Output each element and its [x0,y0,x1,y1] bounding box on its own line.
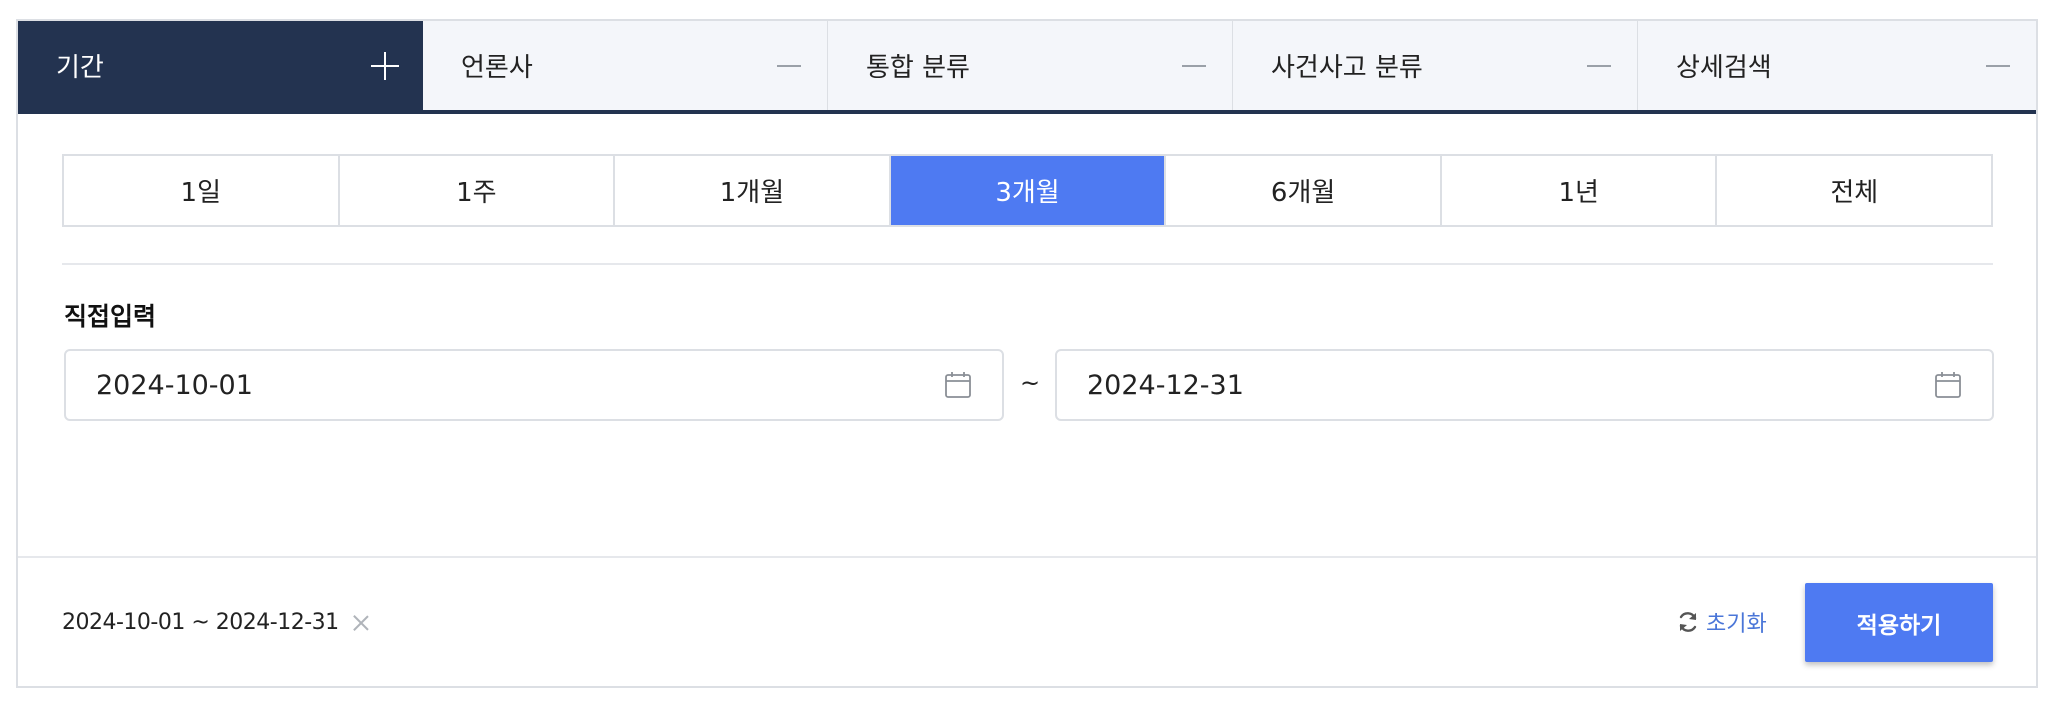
period-3-months-button[interactable]: 3개월 [890,156,1167,225]
tab-label: 언론사 [461,53,533,83]
search-filter-panel: 기간 언론사 통합 분류 사건사고 분류 상세검색 1일 1주 1개월 3개월 … [16,19,2038,688]
tab-incident-category[interactable]: 사건사고 분류 [1233,21,1638,110]
reset-button[interactable]: 초기화 [1676,606,1767,638]
reset-label: 초기화 [1706,612,1767,637]
tab-label: 사건사고 분류 [1271,53,1423,83]
direct-input-label: 직접입력 [64,302,157,331]
apply-button[interactable]: 적용하기 [1805,583,1993,662]
start-date-field[interactable]: 2024-10-01 [64,349,1004,421]
calendar-icon[interactable] [944,371,972,399]
end-date-field[interactable]: 2024-12-31 [1055,349,1994,421]
selected-filter-summary: 2024-10-01 ~ 2024-12-31 [62,610,369,635]
start-date-value: 2024-10-01 [96,369,253,401]
minus-icon [1180,52,1208,80]
calendar-icon[interactable] [1934,371,1962,399]
minus-icon [775,52,803,80]
minus-icon [1984,52,2012,80]
tab-period[interactable]: 기간 [18,21,423,110]
period-1-month-button[interactable]: 1개월 [615,156,891,225]
end-date-value: 2024-12-31 [1087,369,1244,401]
period-all-button[interactable]: 전체 [1717,156,1992,225]
date-range-separator: ~ [1020,369,1041,397]
refresh-icon [1679,612,1697,632]
period-6-months-button[interactable]: 6개월 [1166,156,1442,225]
filter-tabs: 기간 언론사 통합 분류 사건사고 분류 상세검색 [18,21,2036,114]
period-1-year-button[interactable]: 1년 [1441,156,1718,225]
tab-integrated-category[interactable]: 통합 분류 [828,21,1233,110]
tab-detailed-search[interactable]: 상세검색 [1638,21,2036,110]
period-button-group: 1일 1주 1개월 3개월 6개월 1년 전체 [62,154,1993,227]
tab-label: 상세검색 [1676,53,1772,83]
period-1-week-button[interactable]: 1주 [339,156,616,225]
period-1-day-button[interactable]: 1일 [64,156,340,225]
section-divider [62,263,1993,265]
close-icon[interactable] [353,615,369,631]
plus-icon [371,51,399,80]
minus-icon [1585,52,1613,80]
tab-label: 기간 [56,53,104,83]
filter-footer: 2024-10-01 ~ 2024-12-31 초기화 적용하기 [18,556,2036,686]
selected-range-text: 2024-10-01 ~ 2024-12-31 [62,610,339,635]
tab-press[interactable]: 언론사 [423,21,828,110]
tab-label: 통합 분류 [866,53,970,83]
